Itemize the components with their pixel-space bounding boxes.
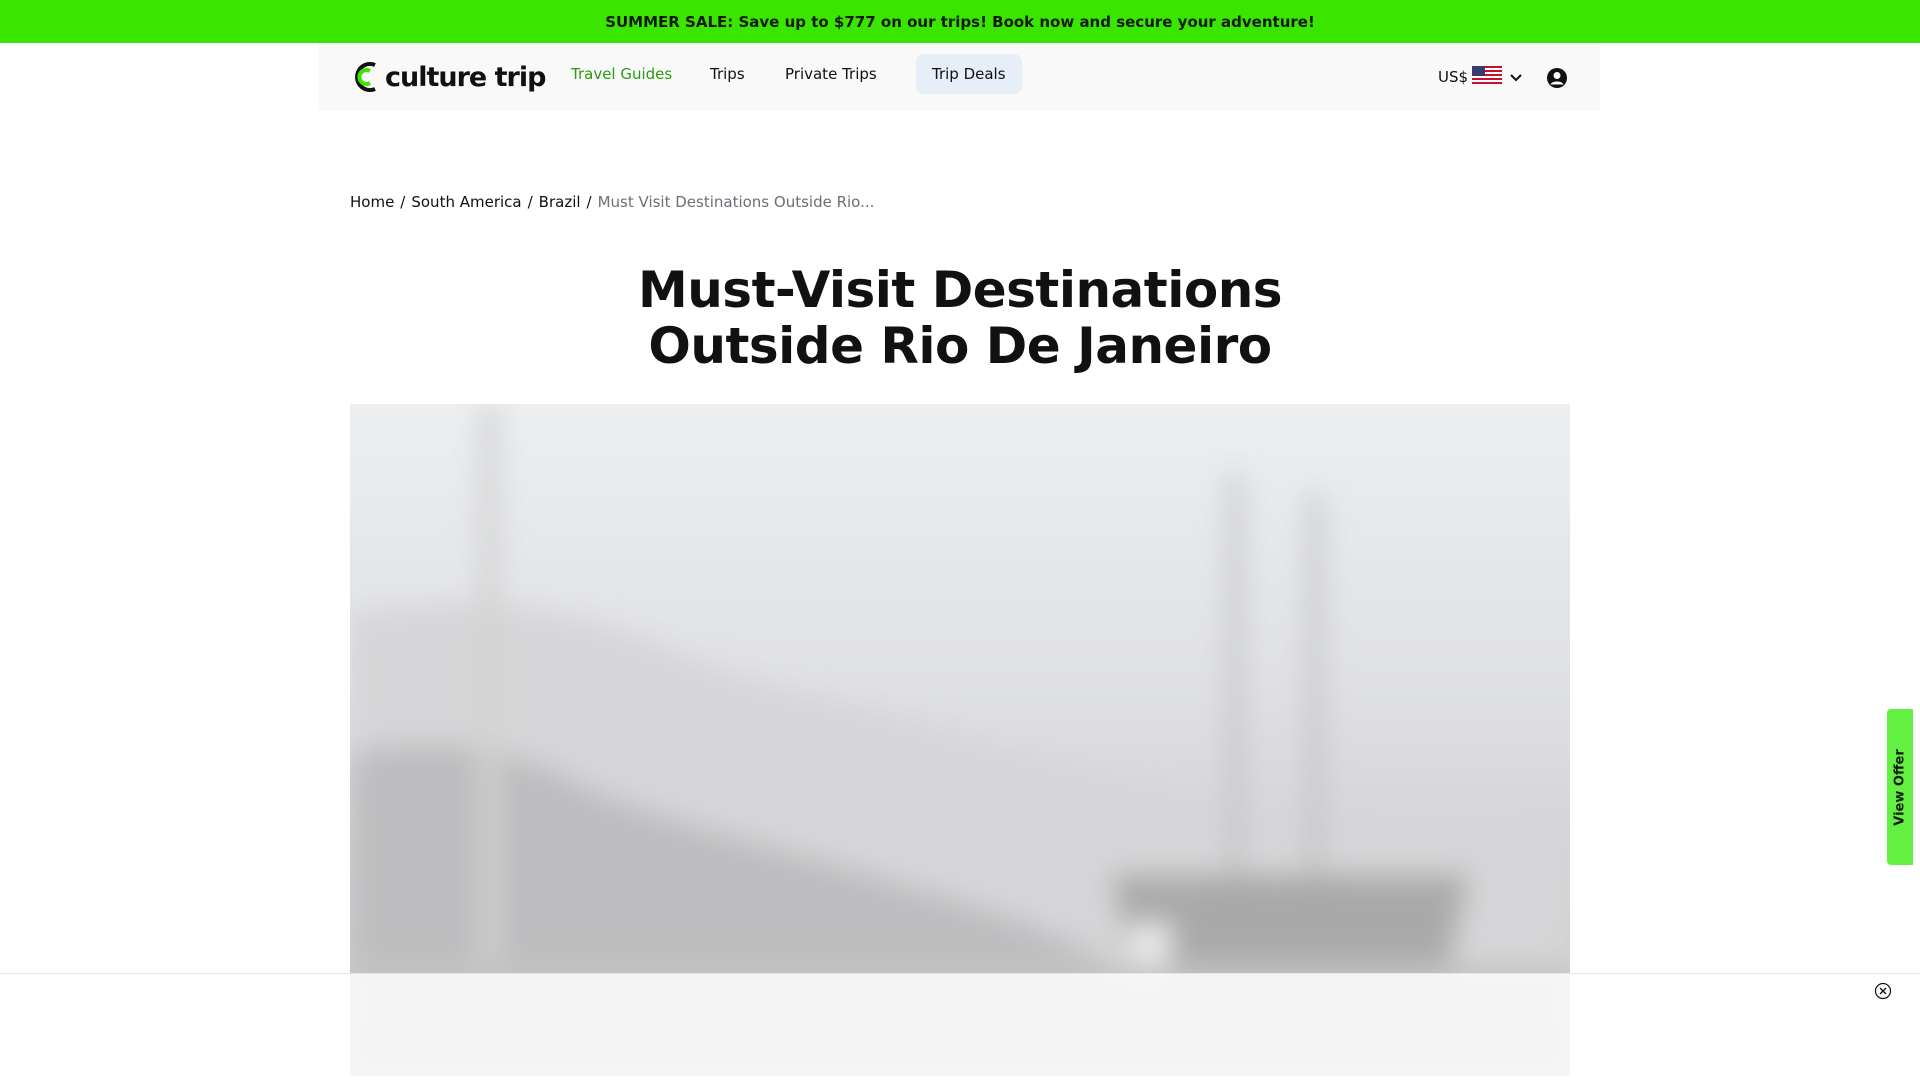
us-flag-icon: [1472, 66, 1503, 88]
breadcrumb-separator: /: [586, 193, 592, 211]
nav-private-trips[interactable]: Private Trips: [785, 54, 877, 94]
close-icon[interactable]: [1874, 982, 1892, 1000]
site-header: culture trip Travel Guides Trips Private…: [319, 43, 1600, 111]
breadcrumb-south-america[interactable]: South America: [411, 193, 521, 211]
bottom-ad-strip: [0, 973, 1920, 1080]
view-offer-label: View Offer: [1892, 748, 1908, 826]
breadcrumb-home[interactable]: Home: [350, 193, 394, 211]
nav-travel-guides[interactable]: Travel Guides: [571, 54, 672, 94]
breadcrumb-current: Must Visit Destinations Outside Rio...: [597, 193, 875, 211]
breadcrumb: Home / South America / Brazil / Must Vis…: [350, 193, 874, 211]
chevron-down-icon: [1510, 68, 1522, 86]
promo-banner[interactable]: SUMMER SALE: Save up to $777 on our trip…: [0, 0, 1920, 43]
currency-selector[interactable]: US$: [1438, 66, 1522, 88]
breadcrumb-separator: /: [400, 193, 406, 211]
logo-text: culture trip: [385, 61, 546, 93]
page-title-line1: Must-Visit Destinations: [637, 261, 1283, 319]
page-title: Must-Visit Destinations Outside Rio De J…: [350, 262, 1570, 374]
breadcrumb-separator: /: [527, 193, 533, 211]
promo-text: SUMMER SALE: Save up to $777 on our trip…: [605, 12, 1315, 31]
currency-label: US$: [1438, 68, 1469, 86]
nav-trip-deals[interactable]: Trip Deals: [916, 54, 1022, 94]
logo-link[interactable]: culture trip: [353, 61, 546, 93]
culture-trip-logo-icon: [353, 62, 379, 92]
page-title-line2: Outside Rio De Janeiro: [648, 317, 1272, 375]
view-offer-tab[interactable]: View Offer: [1887, 709, 1913, 865]
user-account-icon[interactable]: [1546, 67, 1568, 93]
nav-trips[interactable]: Trips: [710, 54, 745, 94]
breadcrumb-brazil[interactable]: Brazil: [539, 193, 581, 211]
